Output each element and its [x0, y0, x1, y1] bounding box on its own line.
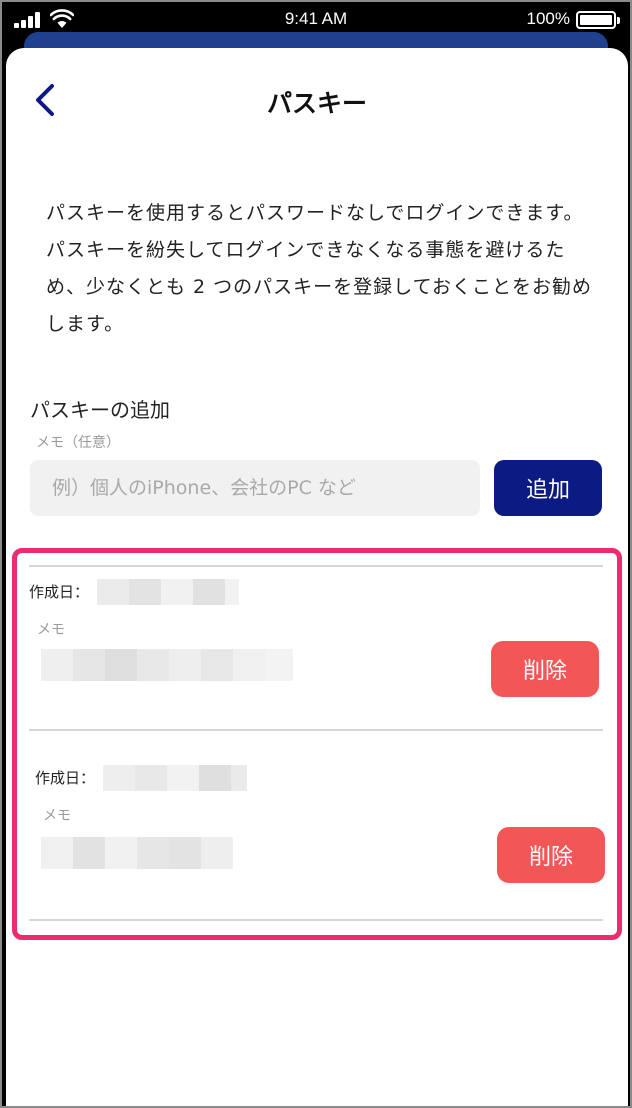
add-button[interactable]: 追加 [494, 460, 602, 516]
passkey-sheet: パスキー パスキーを使用するとパスワードなしでログインできます。パスキーを紛失し… [6, 48, 628, 1106]
page-title: パスキー [266, 89, 367, 118]
created-date-redacted [97, 579, 239, 605]
passkey-list: 作成日： メモ 削除 作成日： メモ 削除 [12, 548, 622, 940]
battery-icon [576, 11, 620, 29]
battery-percent: 100% [526, 9, 570, 28]
divider [29, 565, 603, 567]
memo-label: メモ [43, 808, 71, 824]
description-text: パスキーを使用するとパスワードなしでログインできます。パスキーを紛失してログイン… [46, 202, 593, 335]
created-date-redacted [103, 765, 247, 791]
memo-value-redacted [41, 837, 233, 869]
memo-value-redacted [41, 649, 293, 681]
divider [29, 919, 603, 921]
divider [29, 729, 603, 731]
add-passkey-heading: パスキーの追加 [30, 398, 170, 422]
phone-frame: 9:41 AM 100% パスキー パスキーを使用するとパスワードなしでログイン… [0, 0, 632, 1108]
memo-input[interactable] [30, 460, 480, 516]
created-date-label: 作成日： [35, 769, 96, 787]
memo-label: メモ [37, 622, 65, 638]
delete-button[interactable]: 削除 [497, 827, 605, 883]
memo-optional-label: メモ（任意） [36, 435, 120, 451]
created-date-label: 作成日： [29, 583, 90, 601]
delete-button[interactable]: 削除 [491, 641, 599, 697]
